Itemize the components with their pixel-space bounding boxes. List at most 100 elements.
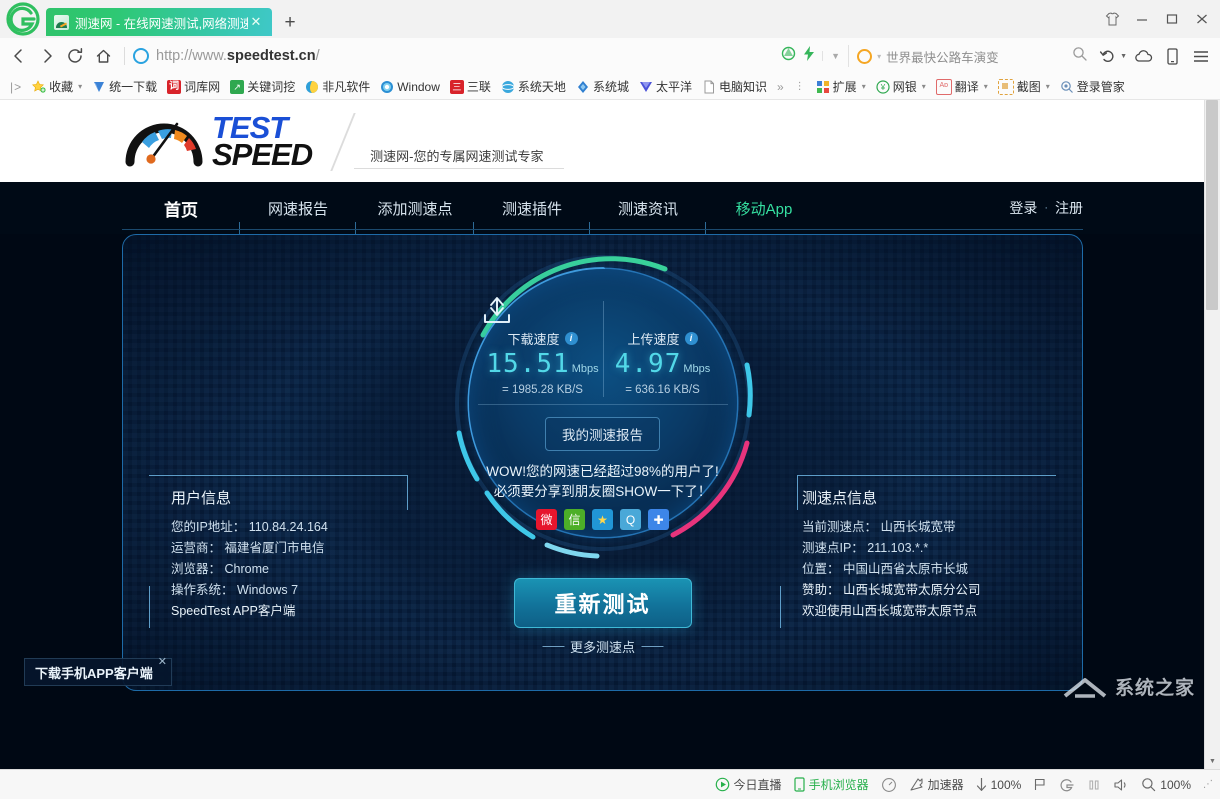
more-nodes-link[interactable]: 更多测速点 [542, 637, 663, 656]
toolbar-screenshot[interactable]: 截图 ▾ [994, 76, 1054, 97]
bookmark-diannaozhishi[interactable]: 电脑知识 [698, 76, 771, 97]
lightning-icon[interactable] [803, 46, 815, 66]
bookmark-ciku[interactable]: 词 词库网 [163, 76, 224, 97]
bookmarks-more-menu-icon[interactable]: ⋮ [791, 81, 810, 92]
url-dropdown-icon[interactable]: ▼ [822, 51, 840, 61]
download-info-icon[interactable]: i [565, 332, 578, 345]
scroll-down-icon[interactable]: ▼ [1205, 754, 1220, 769]
page-scrollbar[interactable]: ▲ ▼ [1204, 100, 1220, 769]
pause-icon [1087, 778, 1101, 792]
status-download-speed[interactable]: 100% [976, 777, 1022, 792]
tab-favicon-icon [54, 15, 69, 30]
new-tab-button[interactable]: + [276, 8, 304, 36]
toolbar-bank[interactable]: ¥ 网银 ▾ [872, 76, 930, 97]
user-info-app-link[interactable]: SpeedTest APP客户端 [149, 601, 425, 622]
nav-item-plugin[interactable]: 测速插件 [474, 182, 590, 234]
nav-item-add-node[interactable]: 添加测速点 [356, 182, 474, 234]
home-button[interactable] [90, 43, 116, 69]
status-live-button[interactable]: 今日直播 [715, 776, 782, 793]
upload-info-icon[interactable]: i [685, 332, 698, 345]
nav-item-home[interactable]: 首页 [122, 182, 240, 234]
keyword-icon: ↗ [230, 80, 244, 94]
bookmark-favorites[interactable]: 收藏 ▾ [28, 76, 86, 97]
undo-caret-icon[interactable]: ▼ [1120, 53, 1127, 60]
search-engine-icon [857, 49, 872, 64]
share-wechat-icon[interactable]: 信 [564, 509, 585, 530]
status-mobile-browser-button[interactable]: 手机浏览器 [794, 776, 869, 793]
tab-close-icon[interactable]: ✕ [248, 14, 264, 30]
site-nav: 首页 网速报告 添加测速点 测速插件 测速资讯 移动App 登录 · 注册 [0, 182, 1205, 234]
bookmark-xitongcheng[interactable]: 系统城 [572, 76, 633, 97]
site-logo[interactable]: TEST SPEED [122, 112, 312, 170]
my-report-button[interactable]: 我的测速报告 [545, 417, 660, 451]
share-qzone-icon[interactable]: ★ [592, 509, 613, 530]
status-flag-button[interactable] [1033, 777, 1047, 792]
site-identity-icon[interactable] [133, 48, 149, 64]
bookmark-label: 词库网 [184, 78, 220, 95]
shield-icon[interactable] [781, 46, 796, 66]
status-zoom-level[interactable]: 100% [1141, 777, 1191, 792]
mobile-icon[interactable] [1159, 43, 1185, 69]
status-accelerator-button[interactable]: 加速器 [909, 776, 964, 793]
login-link[interactable]: 登录 [1009, 198, 1037, 218]
chevron-down-icon[interactable]: ▾ [1046, 82, 1050, 91]
chevron-down-icon[interactable]: ▾ [78, 82, 82, 91]
user-info-isp: 运营商： 福建省厦门市电信 [149, 538, 425, 559]
nav-item-mobile-app[interactable]: 移动App [706, 182, 822, 234]
browser-tab[interactable]: 测速网 - 在线网速测试,网络测速 ✕ [46, 8, 272, 36]
register-link[interactable]: 注册 [1055, 198, 1083, 218]
bookmarks-overflow-icon[interactable]: » [773, 80, 789, 94]
chevron-down-icon[interactable]: ▾ [984, 82, 988, 91]
app-popup-close-icon[interactable]: ✕ [158, 655, 167, 668]
bookmark-sanlian[interactable]: 三 三联 [446, 76, 495, 97]
bookmarks-expand-icon[interactable]: |> [6, 80, 26, 94]
gauge-content: 下载速度 i 15.51 Mbps = 1985.28 KB/S [447, 247, 759, 559]
status-pause-button[interactable] [1087, 778, 1101, 792]
toolbar-extension[interactable]: 扩展 ▾ [812, 76, 870, 97]
speed-gauge: 下载速度 i 15.51 Mbps = 1985.28 KB/S [447, 247, 759, 559]
bookmark-tongyi[interactable]: 统一下载 [88, 76, 161, 97]
node-info-location: 位置： 中国山西省太原市长城 [780, 559, 1056, 580]
bookmark-window[interactable]: Window [376, 78, 444, 96]
bookmark-keyword[interactable]: ↗ 关键词挖 [226, 76, 299, 97]
bookmark-taipingyang[interactable]: 太平洋 [635, 76, 696, 97]
bookmark-xitongtiandi[interactable]: 系统天地 [497, 76, 570, 97]
toolbar-label: 扩展 [833, 78, 857, 95]
close-button[interactable] [1188, 6, 1216, 32]
site-slogan-wrap: 测速网-您的专属网速测试专家 [342, 111, 543, 171]
url-input[interactable]: http://www.speedtest.cn/ [124, 43, 779, 69]
reload-button[interactable] [62, 43, 88, 69]
undo-icon[interactable] [1095, 43, 1121, 69]
share-weibo-icon[interactable]: 微 [536, 509, 557, 530]
resize-grip[interactable]: ⋰ [1203, 779, 1214, 790]
status-ie-core-button[interactable] [1059, 777, 1075, 793]
skin-icon[interactable] [1098, 6, 1126, 32]
chevron-down-icon[interactable]: ▾ [862, 82, 866, 91]
forward-button[interactable] [34, 43, 60, 69]
status-sound-button[interactable] [1113, 778, 1129, 792]
chevron-down-icon[interactable]: ▾ [922, 82, 926, 91]
search-engine-caret-icon[interactable]: ▾ [877, 52, 881, 61]
retest-button[interactable]: 重新测试 [514, 578, 692, 628]
nav-item-speed-report[interactable]: 网速报告 [240, 182, 356, 234]
bank-icon: ¥ [876, 80, 890, 94]
bookmark-fanfan[interactable]: 非凡软件 [301, 76, 374, 97]
cloud-icon[interactable] [1130, 43, 1156, 69]
scroll-thumb[interactable] [1206, 100, 1218, 310]
status-speed-dial-button[interactable] [881, 777, 897, 793]
status-bar: 今日直播 手机浏览器 加速器 100% [0, 769, 1220, 799]
back-button[interactable] [6, 43, 32, 69]
share-buttons: 微 信 ★ Q ✚ [536, 509, 669, 530]
search-icon[interactable] [1072, 46, 1087, 66]
toolbar-translate[interactable]: Aɒ 翻译 ▾ [932, 76, 992, 97]
app-download-popup[interactable]: 下载手机APP客户端 ✕ [24, 658, 172, 686]
toolbar-login-manager[interactable]: 登录管家 [1056, 76, 1129, 97]
share-qq-icon[interactable]: Q [620, 509, 641, 530]
nav-item-news[interactable]: 测速资讯 [590, 182, 706, 234]
fanfan-icon [305, 80, 319, 94]
share-more-icon[interactable]: ✚ [648, 509, 669, 530]
maximize-button[interactable] [1158, 6, 1186, 32]
search-input[interactable]: ▾ 世界最快公路车演变 [848, 45, 1087, 67]
menu-icon[interactable] [1188, 43, 1214, 69]
minimize-button[interactable] [1128, 6, 1156, 32]
